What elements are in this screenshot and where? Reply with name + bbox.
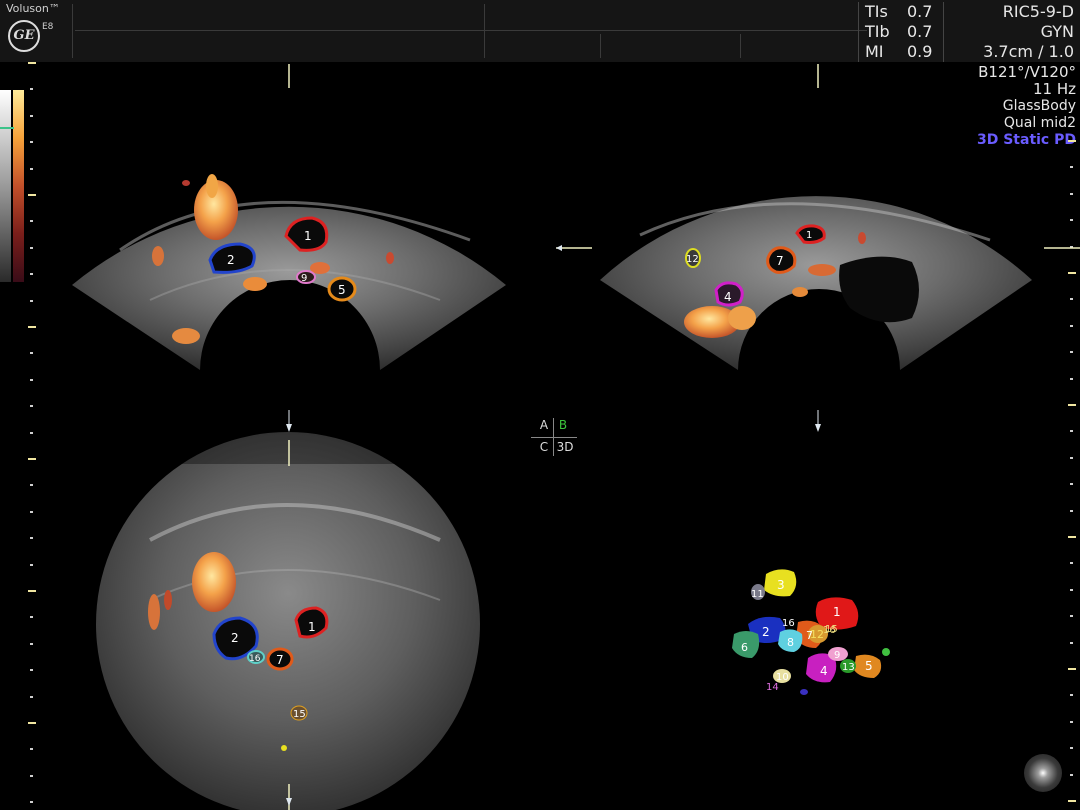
label-b12: 12 (686, 254, 699, 265)
vol-label-16: 16 (782, 618, 795, 629)
label-b1: 1 (806, 230, 812, 241)
label-b7: 7 (776, 254, 784, 268)
vol-label-8: 8 (787, 636, 794, 649)
vol-label-11: 11 (751, 589, 764, 600)
vol-label-4: 4 (820, 664, 828, 678)
quadrant-divider-h (531, 437, 577, 438)
label-a1: 1 (304, 229, 312, 243)
label-b4: 4 (724, 290, 732, 304)
label-a9: 9 (301, 273, 307, 284)
panel-b-transverse: 1 7 12 4 (600, 196, 1032, 370)
vol-label-5: 5 (865, 659, 873, 673)
vol-label-6: 6 (741, 641, 748, 654)
label-a2: 2 (227, 253, 235, 267)
vol-label-9: 9 (834, 650, 840, 661)
vol-label-3: 3 (777, 578, 785, 592)
quadrant-a[interactable]: A (534, 418, 554, 432)
quadrant-c[interactable]: C (534, 440, 554, 454)
quadrant-selector[interactable]: A B C 3D (531, 418, 577, 456)
vol-label-13: 13 (842, 662, 855, 673)
panel-c-coronal: 1 2 16 7 15 (96, 432, 480, 810)
label-c16: 16 (249, 654, 261, 664)
vol-label-1: 1 (833, 605, 841, 619)
vol-label-14: 14 (766, 682, 779, 693)
label-c15: 15 (293, 709, 306, 720)
label-c1: 1 (308, 620, 316, 634)
vol-label-16b: 16 (823, 625, 836, 636)
vol-label-12: 12 (810, 628, 824, 641)
label-c7: 7 (276, 653, 284, 667)
ultrasound-views: 1 2 9 5 1 7 12 4 1 2 16 7 15 1 2 3 4 5 6… (72, 64, 1080, 810)
quadrant-3d[interactable]: 3D (555, 440, 575, 454)
label-a5: 5 (338, 283, 346, 297)
vol-label-2: 2 (762, 625, 770, 639)
quadrant-b[interactable]: B (553, 418, 573, 432)
label-c2: 2 (231, 631, 239, 645)
panel-a-sagittal: 1 2 9 5 (72, 174, 506, 370)
panel-d-3d-volume: 1 2 3 4 5 6 7 8 9 10 11 12 13 14 15 16 1… (732, 569, 890, 695)
trackball-cursor-icon[interactable] (1024, 754, 1062, 792)
